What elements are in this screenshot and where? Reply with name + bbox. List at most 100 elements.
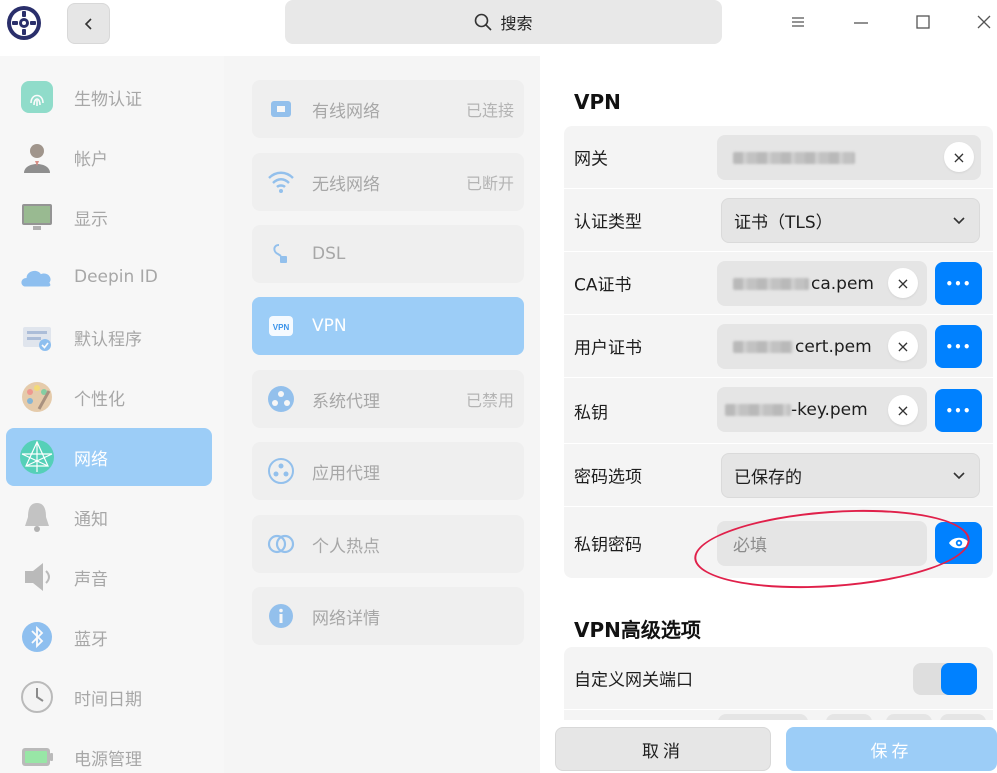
title-bar: 搜索 xyxy=(0,0,997,56)
more-icon: ••• xyxy=(945,403,972,418)
sidebar-item-label: 帐户 xyxy=(74,149,108,170)
sidebar-item-notification[interactable]: 通知 xyxy=(6,488,212,546)
auth-type-value: 证书（TLS） xyxy=(734,213,833,233)
auth-type-label: 认证类型 xyxy=(574,212,642,233)
key-password-input[interactable]: 必填 xyxy=(717,521,927,566)
vpn-advanced-group: 自定义网关端口 xyxy=(564,647,993,734)
private-key-browse-button[interactable]: ••• xyxy=(935,389,982,432)
network-item-dsl[interactable]: DSL xyxy=(252,225,524,283)
password-option-label: 密码选项 xyxy=(574,467,642,488)
hotspot-icon xyxy=(266,529,296,559)
network-item-label: VPN xyxy=(312,316,347,336)
minimize-icon xyxy=(854,22,868,24)
wifi-icon xyxy=(266,167,296,197)
sidebar-item-display[interactable]: 显示 xyxy=(6,188,212,246)
minimize-button[interactable] xyxy=(847,8,875,36)
system-proxy-icon xyxy=(266,384,296,414)
back-button[interactable] xyxy=(67,3,110,44)
password-option-row: 密码选项 已保存的 xyxy=(564,444,993,507)
network-item-wireless[interactable]: 无线网络 已断开 xyxy=(252,153,524,211)
redacted-value xyxy=(733,151,855,164)
custom-gateway-port-label: 自定义网关端口 xyxy=(574,670,693,691)
maximize-icon xyxy=(916,15,930,29)
network-icon xyxy=(18,438,56,476)
save-button[interactable]: 保存 xyxy=(786,727,997,771)
sidebar-item-sound[interactable]: 声音 xyxy=(6,548,212,606)
action-bar: 取消 保存 xyxy=(540,720,997,773)
password-option-select[interactable]: 已保存的 xyxy=(721,453,980,498)
vpn-icon: VPN xyxy=(266,311,296,341)
network-item-system-proxy[interactable]: 系统代理 已禁用 xyxy=(252,370,524,428)
user-cert-browse-button[interactable]: ••• xyxy=(935,325,982,368)
sidebar-item-label: 通知 xyxy=(74,509,108,530)
vpn-section-title: VPN xyxy=(574,90,621,114)
network-item-status: 已断开 xyxy=(465,174,514,193)
cloud-icon xyxy=(18,258,56,296)
ca-cert-label: CA证书 xyxy=(574,275,632,296)
key-password-row: 私钥密码 必填 xyxy=(564,507,993,578)
auth-type-select[interactable]: 证书（TLS） xyxy=(721,198,980,243)
search-input[interactable]: 搜索 xyxy=(285,0,722,44)
sidebar-item-default-apps[interactable]: 默认程序 xyxy=(6,308,212,366)
toggle-password-visibility-button[interactable] xyxy=(935,522,982,564)
sidebar-item-network[interactable]: 网络 xyxy=(6,428,212,486)
hamburger-icon xyxy=(792,17,804,27)
speaker-icon xyxy=(18,558,56,596)
network-item-app-proxy[interactable]: 应用代理 xyxy=(252,442,524,500)
sidebar-item-power[interactable]: 电源管理 xyxy=(6,728,212,773)
custom-gateway-port-row: 自定义网关端口 xyxy=(564,647,993,710)
ca-cert-filename: ca.pem xyxy=(811,273,874,294)
custom-gateway-port-toggle[interactable] xyxy=(913,663,977,695)
network-item-wired[interactable]: 有线网络 已连接 xyxy=(252,80,524,138)
gateway-field[interactable] xyxy=(717,135,981,180)
sidebar-item-deepin-id[interactable]: Deepin ID xyxy=(6,248,212,306)
sidebar-item-biometric[interactable]: 生物认证 xyxy=(6,68,212,126)
palette-icon xyxy=(18,378,56,416)
private-key-clear-button[interactable]: × xyxy=(888,395,918,425)
sidebar-item-account[interactable]: 帐户 xyxy=(6,128,212,186)
bluetooth-icon xyxy=(18,618,56,656)
user-cert-clear-button[interactable]: × xyxy=(888,331,918,361)
sidebar-item-label: 网络 xyxy=(74,449,108,470)
sidebar-item-datetime[interactable]: 时间日期 xyxy=(6,668,212,726)
sidebar-item-personalization[interactable]: 个性化 xyxy=(6,368,212,426)
gateway-clear-button[interactable]: × xyxy=(944,142,974,172)
private-key-row: 私钥 -key.pem × ••• xyxy=(564,378,993,444)
network-item-label: 有线网络 xyxy=(312,101,380,122)
info-icon xyxy=(266,601,296,631)
eye-icon xyxy=(948,537,969,549)
display-icon xyxy=(18,198,56,236)
battery-icon xyxy=(18,738,56,773)
toggle-knob xyxy=(941,663,977,695)
ca-cert-clear-button[interactable]: × xyxy=(888,268,918,298)
password-option-value: 已保存的 xyxy=(734,468,802,488)
sidebar-item-label: 默认程序 xyxy=(74,329,142,350)
vpn-settings-panel: VPN 网关 × 认证类型 证书（TLS） CA证书 ca.pem × ••• … xyxy=(540,56,997,773)
network-item-hotspot[interactable]: 个人热点 xyxy=(252,515,524,573)
redacted-value xyxy=(733,340,793,353)
cancel-button[interactable]: 取消 xyxy=(555,727,771,771)
maximize-button[interactable] xyxy=(909,8,937,36)
menu-button[interactable] xyxy=(784,8,812,36)
network-item-label: DSL xyxy=(312,244,346,264)
clock-icon xyxy=(18,678,56,716)
network-item-label: 应用代理 xyxy=(312,463,380,484)
clear-icon: × xyxy=(896,273,910,293)
close-icon xyxy=(977,15,991,29)
network-item-vpn[interactable]: VPN VPN xyxy=(252,297,524,355)
clear-icon: × xyxy=(952,147,966,167)
close-button[interactable] xyxy=(970,8,997,36)
network-item-details[interactable]: 网络详情 xyxy=(252,587,524,645)
more-icon: ••• xyxy=(945,339,972,354)
sidebar-item-label: 生物认证 xyxy=(74,89,142,110)
ca-cert-browse-button[interactable]: ••• xyxy=(935,262,982,305)
chevron-down-icon xyxy=(953,217,965,225)
account-icon xyxy=(18,138,56,176)
sidebar-item-bluetooth[interactable]: 蓝牙 xyxy=(6,608,212,666)
network-item-status: 已连接 xyxy=(465,101,514,120)
clear-icon: × xyxy=(896,400,910,420)
chevron-left-icon xyxy=(84,17,92,30)
network-item-label: 无线网络 xyxy=(312,174,380,195)
vpn-settings-group: 网关 × 认证类型 证书（TLS） CA证书 ca.pem × ••• 用户证书… xyxy=(564,126,993,578)
user-cert-row: 用户证书 cert.pem × ••• xyxy=(564,315,993,378)
